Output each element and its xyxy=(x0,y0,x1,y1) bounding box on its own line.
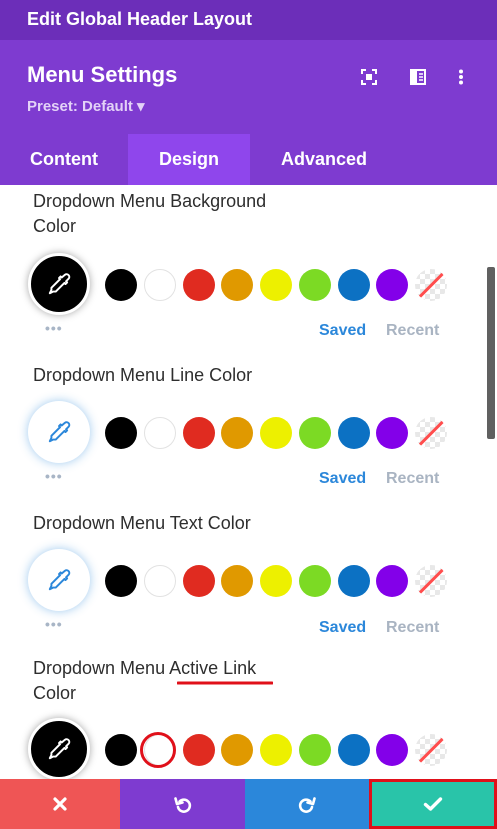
setting-label: Dropdown Menu Line Color xyxy=(33,365,253,385)
color-swatch[interactable] xyxy=(221,734,253,766)
more-colors-icon[interactable]: ••• xyxy=(45,468,63,484)
color-swatch[interactable] xyxy=(260,269,292,301)
eyedropper-icon xyxy=(48,738,71,760)
settings-panel[interactable]: Dropdown Menu Background Color ••• Saved… xyxy=(0,185,497,779)
footer-actions xyxy=(0,779,497,829)
setting-label: Dropdown Menu Background Color xyxy=(33,191,267,236)
color-swatch[interactable] xyxy=(338,417,370,449)
tab-content[interactable]: Content xyxy=(0,134,128,185)
transparent-swatch[interactable] xyxy=(415,565,447,597)
color-swatch[interactable] xyxy=(260,565,292,597)
color-swatch[interactable] xyxy=(338,734,370,766)
checkmark-icon xyxy=(423,797,443,811)
discard-button[interactable] xyxy=(0,779,120,829)
module-header: Menu Settings Preset: Default ▾ xyxy=(0,40,497,134)
color-swatch[interactable] xyxy=(338,269,370,301)
color-swatch[interactable] xyxy=(260,734,292,766)
window-title: Edit Global Header Layout xyxy=(27,9,253,29)
tab-advanced[interactable]: Advanced xyxy=(250,134,398,185)
undo-icon xyxy=(173,797,191,813)
color-swatch[interactable] xyxy=(183,565,215,597)
saved-colors-link[interactable]: Saved xyxy=(319,470,366,488)
color-swatch[interactable] xyxy=(299,417,331,449)
color-swatch[interactable] xyxy=(144,269,176,301)
panel-scrollbar[interactable] xyxy=(487,267,495,439)
color-swatch[interactable] xyxy=(260,417,292,449)
color-swatch[interactable] xyxy=(105,269,137,301)
module-title: Menu Settings xyxy=(27,62,178,87)
more-options-icon[interactable] xyxy=(450,66,472,88)
setting-label: Dropdown Menu Text Color xyxy=(33,513,251,533)
color-swatch[interactable] xyxy=(183,417,215,449)
window-titlebar: Edit Global Header Layout xyxy=(0,0,497,40)
transparent-swatch[interactable] xyxy=(415,269,447,301)
more-colors-icon[interactable]: ••• xyxy=(45,320,63,336)
close-icon xyxy=(53,797,67,811)
color-swatch[interactable] xyxy=(105,417,137,449)
saved-colors-link[interactable]: Saved xyxy=(319,619,366,637)
color-swatch[interactable] xyxy=(221,565,253,597)
redo-button[interactable] xyxy=(245,779,369,829)
recent-colors-link[interactable]: Recent xyxy=(386,619,439,637)
recent-colors-link[interactable]: Recent xyxy=(386,322,439,340)
saved-colors-link[interactable]: Saved xyxy=(319,322,366,340)
settings-tabs: Content Design Advanced xyxy=(0,134,497,185)
eyedropper-icon xyxy=(48,421,71,443)
color-swatch[interactable] xyxy=(221,417,253,449)
color-swatch[interactable] xyxy=(144,565,176,597)
transparent-swatch[interactable] xyxy=(415,734,447,766)
annotation-underline xyxy=(177,681,273,685)
fullscreen-icon[interactable] xyxy=(358,66,380,88)
color-swatch[interactable] xyxy=(376,417,408,449)
eyedropper-icon xyxy=(48,273,71,295)
color-picker-button[interactable] xyxy=(28,401,90,463)
color-swatch[interactable] xyxy=(183,734,215,766)
tab-design[interactable]: Design xyxy=(128,134,250,185)
color-swatch[interactable] xyxy=(144,417,176,449)
preset-dropdown[interactable]: Preset: Default ▾ xyxy=(27,97,145,115)
annotation-circle xyxy=(140,732,176,768)
color-swatch[interactable] xyxy=(299,565,331,597)
redo-icon xyxy=(298,797,316,813)
undo-button[interactable] xyxy=(120,779,245,829)
color-picker-button[interactable] xyxy=(28,549,90,611)
color-swatch[interactable] xyxy=(376,269,408,301)
more-colors-icon[interactable]: ••• xyxy=(45,616,63,632)
transparent-swatch[interactable] xyxy=(415,417,447,449)
eyedropper-icon xyxy=(48,569,71,591)
color-swatch[interactable] xyxy=(376,565,408,597)
recent-colors-link[interactable]: Recent xyxy=(386,470,439,488)
save-button[interactable] xyxy=(369,779,497,829)
color-picker-button[interactable] xyxy=(28,253,90,315)
color-swatch[interactable] xyxy=(299,734,331,766)
color-swatch[interactable] xyxy=(105,565,137,597)
color-swatch[interactable] xyxy=(183,269,215,301)
color-swatch[interactable] xyxy=(105,734,137,766)
color-swatch[interactable] xyxy=(376,734,408,766)
color-swatch[interactable] xyxy=(221,269,253,301)
color-swatch[interactable] xyxy=(299,269,331,301)
split-view-icon[interactable] xyxy=(407,66,429,88)
color-picker-button[interactable] xyxy=(28,718,90,779)
color-swatch[interactable] xyxy=(338,565,370,597)
